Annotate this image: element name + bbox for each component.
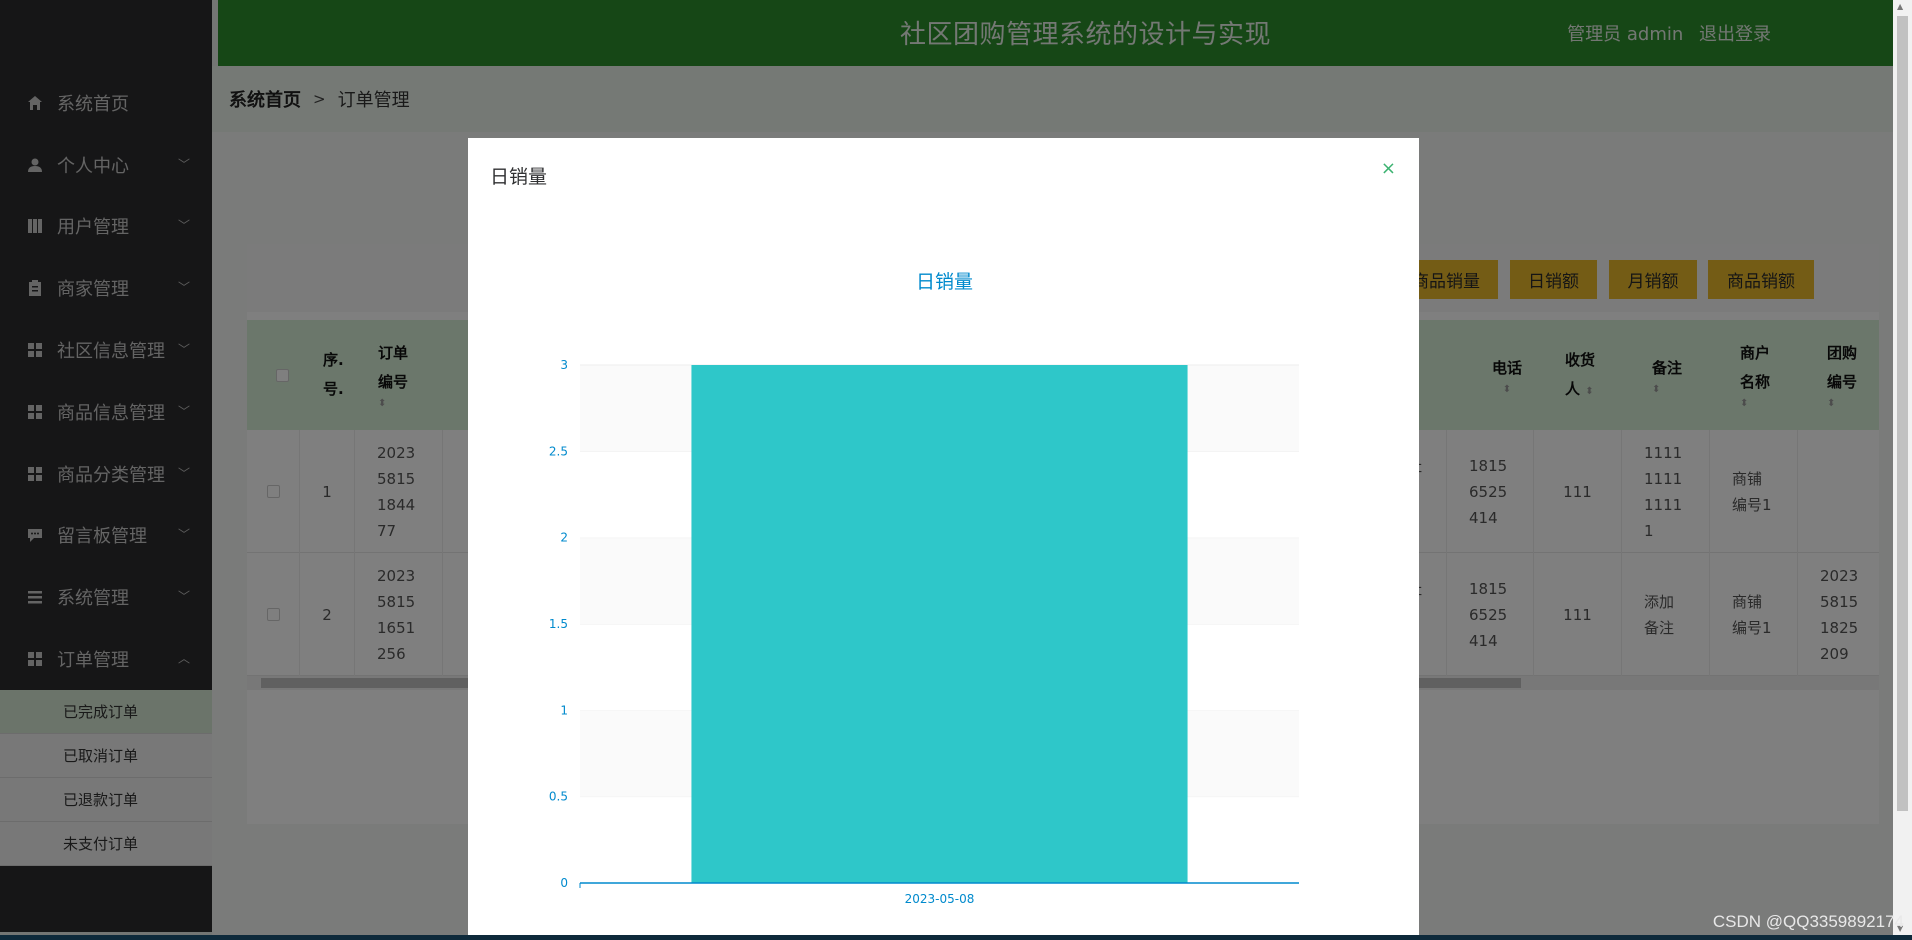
close-icon[interactable]: ×	[1381, 158, 1396, 179]
y-tick-label: 0.5	[549, 790, 568, 804]
daily-sales-chart: 日销量 0 0.5 1 1.5 2 2.5 3 2023-05-08	[549, 271, 1299, 906]
page-vertical-scrollbar[interactable]: ▲ ▼	[1893, 0, 1912, 935]
watermark: CSDN @QQ3359892174	[1712, 912, 1904, 931]
y-tick-label: 3	[560, 358, 568, 372]
y-tick-label: 2.5	[549, 444, 568, 458]
bar	[691, 365, 1188, 883]
taskbar	[0, 935, 1912, 940]
y-tick-label: 1	[560, 703, 568, 717]
x-tick-label: 2023-05-08	[905, 892, 975, 906]
y-tick-label: 0	[560, 876, 568, 890]
chart-title: 日销量	[916, 271, 973, 293]
scroll-up-arrow[interactable]: ▲	[1897, 2, 1903, 11]
y-tick-label: 2	[560, 531, 568, 545]
y-tick-label: 1.5	[549, 617, 568, 631]
dialog-title: 日销量	[490, 166, 548, 188]
scrollbar-thumb[interactable]	[1897, 16, 1908, 811]
daily-sales-dialog: 日销量 × 日销量 0 0.5 1 1.5 2 2.5 3 2023-05-08	[468, 138, 1419, 935]
